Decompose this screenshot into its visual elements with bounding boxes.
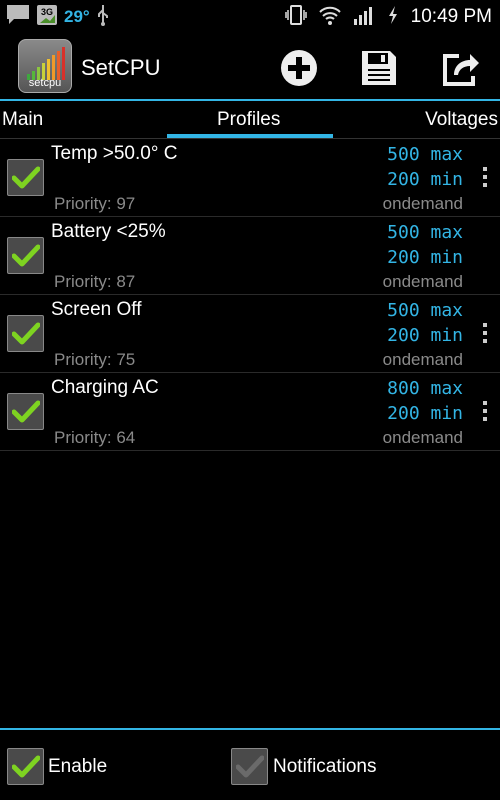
network-3g-icon: 3G [36,4,58,31]
profile-row[interactable]: Battery <25% 500 max 200 min Priority: 8… [0,217,500,295]
check-icon [11,244,40,266]
profile-max-freq: 500 max [387,300,463,321]
profile-enabled-checkbox[interactable] [7,393,44,430]
check-icon [11,322,40,344]
app-icon[interactable]: setcpu [18,39,72,93]
add-profile-icon [281,50,317,86]
check-icon [11,166,40,188]
app-title: SetCPU [81,55,161,80]
save-button[interactable] [357,46,401,90]
profile-min-freq: 200 min [387,247,463,268]
check-icon [235,755,264,777]
profile-row[interactable]: Temp >50.0° C 500 max 200 min Priority: … [0,139,500,217]
profile-enabled-checkbox[interactable] [7,159,44,196]
profile-min-freq: 200 min [387,169,463,190]
selected-tab-indicator [167,134,333,138]
notifications-label[interactable]: Notifications [273,756,377,778]
profile-governor: ondemand [382,428,463,447]
charging-icon [387,5,399,30]
profile-max-freq: 800 max [387,378,463,399]
save-icon [362,51,396,85]
status-bar-left: 3G 29° [6,4,110,30]
profile-governor: ondemand [382,350,463,369]
vibrate-icon [284,4,307,31]
add-profile-button[interactable] [277,46,321,90]
profile-row[interactable]: Charging AC 800 max 200 min Priority: 64… [0,373,500,451]
profile-name: Temp >50.0° C [51,143,178,164]
profiles-list: Temp >50.0° C 500 max 200 min Priority: … [0,139,500,451]
overflow-menu-icon[interactable] [480,321,490,347]
profile-min-freq: 200 min [387,403,463,424]
profile-name: Screen Off [51,299,142,320]
profile-governor: ondemand [382,194,463,213]
profile-name: Charging AC [51,377,159,398]
overflow-menu-icon[interactable] [480,399,490,425]
profile-max-freq: 500 max [387,222,463,243]
profile-priority: Priority: 75 [54,350,136,369]
status-clock: 10:49 PM [410,6,492,27]
notifications-checkbox[interactable] [231,748,268,785]
profile-priority: Priority: 87 [54,272,136,291]
enable-checkbox[interactable] [7,748,44,785]
status-bar-right: 10:49 PM [284,4,492,31]
profile-max-freq: 500 max [387,144,463,165]
profile-enabled-checkbox[interactable] [7,315,44,352]
network-badge-text: 3G [41,7,53,17]
load-button[interactable] [438,46,482,90]
profile-enabled-checkbox[interactable] [7,237,44,274]
tab-main[interactable]: Main [2,101,43,139]
profile-name: Battery <25% [51,221,166,242]
profile-min-freq: 200 min [387,325,463,346]
profile-row[interactable]: Screen Off 500 max 200 min Priority: 75 … [0,295,500,373]
signal-icon [353,5,375,30]
tab-bar: Main Profiles Voltages [0,99,500,139]
temperature-readout: 29° [64,7,90,26]
enable-label[interactable]: Enable [48,756,107,778]
profile-priority: Priority: 64 [54,428,136,447]
usb-icon [96,4,110,31]
wifi-icon [318,5,341,30]
chat-icon [6,4,30,31]
app-icon-label: setcpu [28,77,62,89]
profile-governor: ondemand [382,272,463,291]
action-bar: setcpu SetCPU [0,33,500,99]
overflow-menu-icon[interactable] [480,165,490,191]
status-bar: 3G 29° 10:49 PM [0,0,500,33]
profile-priority: Priority: 97 [54,194,136,213]
check-icon [11,755,40,777]
load-icon [443,54,479,86]
check-icon [11,400,40,422]
tab-voltages[interactable]: Voltages [425,101,498,139]
bottom-bar: Enable Notifications [0,728,500,800]
